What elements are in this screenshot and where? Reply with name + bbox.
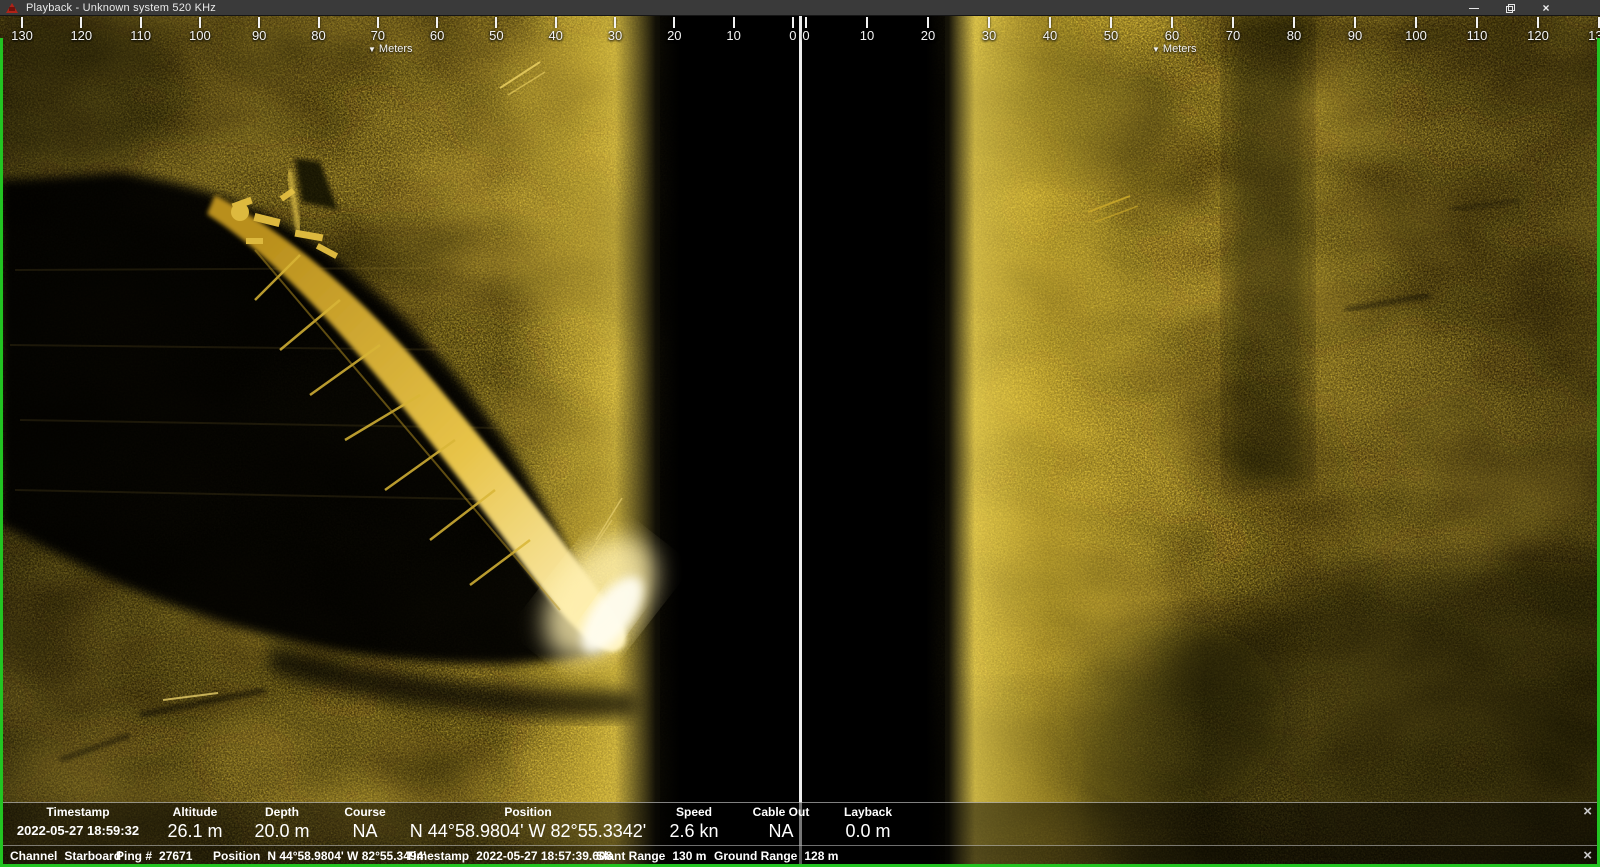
status-ground-range: Ground Range 128 m: [714, 849, 839, 863]
field-course: Course NA: [344, 805, 385, 842]
field-value: 26.1 m: [167, 821, 223, 841]
nadir-line: [799, 16, 802, 867]
water-column-right: [800, 16, 975, 867]
field-value: 2.6 kn: [669, 821, 719, 841]
field-value: NA: [768, 821, 794, 841]
field-label: Cable Out: [752, 805, 810, 819]
close-icon[interactable]: ×: [1583, 848, 1592, 863]
status-ping: Ping #27671: [116, 849, 193, 863]
status-channel: Channel Starboard: [10, 849, 122, 863]
nadir-return-right: [945, 16, 1205, 867]
status-bar: Channel Starboard Ping #27671 Position N 4…: [0, 845, 1600, 865]
field-value: 0.0 m: [845, 821, 891, 841]
field-value: 20.0 m: [254, 821, 310, 841]
field-speed: Speed 2.6 kn: [669, 805, 718, 842]
field-value: N 44°58.9804' W 82°55.3342': [409, 821, 647, 841]
field-altitude: Altitude 26.1 m: [167, 805, 222, 842]
window-titlebar: Playback - Unknown system 520 KHz ×: [0, 0, 1600, 16]
field-timestamp: Timestamp 2022-05-27 18:59:32: [17, 805, 139, 842]
meters-label: Meters: [1162, 43, 1197, 55]
field-label: Speed: [675, 805, 713, 819]
restore-icon: [1505, 3, 1515, 13]
field-label: Timestamp: [46, 805, 110, 819]
chevron-down-icon: ▼: [1152, 44, 1160, 54]
field-label: Altitude: [172, 805, 218, 819]
field-value: NA: [352, 821, 378, 841]
field-label: Position: [504, 805, 552, 819]
field-value: 2022-05-27 18:59:32: [16, 823, 140, 838]
close-icon[interactable]: ×: [1583, 804, 1592, 819]
minimize-button[interactable]: [1456, 0, 1492, 16]
meters-unit-dropdown-right[interactable]: ▼ Meters: [1152, 43, 1197, 55]
meters-label: Meters: [378, 43, 413, 55]
field-label: Layback: [843, 805, 893, 819]
field-cable-out: Cable Out NA: [753, 805, 810, 842]
field-position: Position N 44°58.9804' W 82°55.3342': [410, 805, 646, 842]
restore-button[interactable]: [1492, 0, 1528, 16]
playback-window: 130 120 110 100 90 80 70 60 50 40 30 20 10 0 0 10 20 30 4…: [0, 0, 1600, 867]
field-layback: Layback 0.0 m: [844, 805, 892, 842]
nav-data-panel: Timestamp 2022-05-27 18:59:32 Altitude 2…: [0, 802, 1600, 845]
water-column-left: [615, 16, 800, 867]
window-title: Playback - Unknown system 520 KHz: [26, 1, 217, 14]
minimize-icon: [1469, 7, 1479, 9]
meters-unit-dropdown-left[interactable]: ▼ Meters: [368, 43, 413, 55]
app-icon: [6, 2, 18, 13]
status-timestamp: Timestamp 2022-05-27 18:57:39.608: [406, 849, 613, 863]
status-slant-range: Slant Range 130 m: [596, 849, 707, 863]
field-label: Course: [344, 805, 386, 819]
field-depth: Depth 20.0 m: [254, 805, 309, 842]
field-label: Depth: [265, 805, 299, 819]
status-position: Position N 44°58.9804' W 82°55.3494': [213, 849, 427, 863]
capture-border: [0, 38, 3, 867]
close-button[interactable]: ×: [1528, 0, 1564, 16]
chevron-down-icon: ▼: [368, 44, 376, 54]
close-icon: ×: [1542, 1, 1550, 15]
